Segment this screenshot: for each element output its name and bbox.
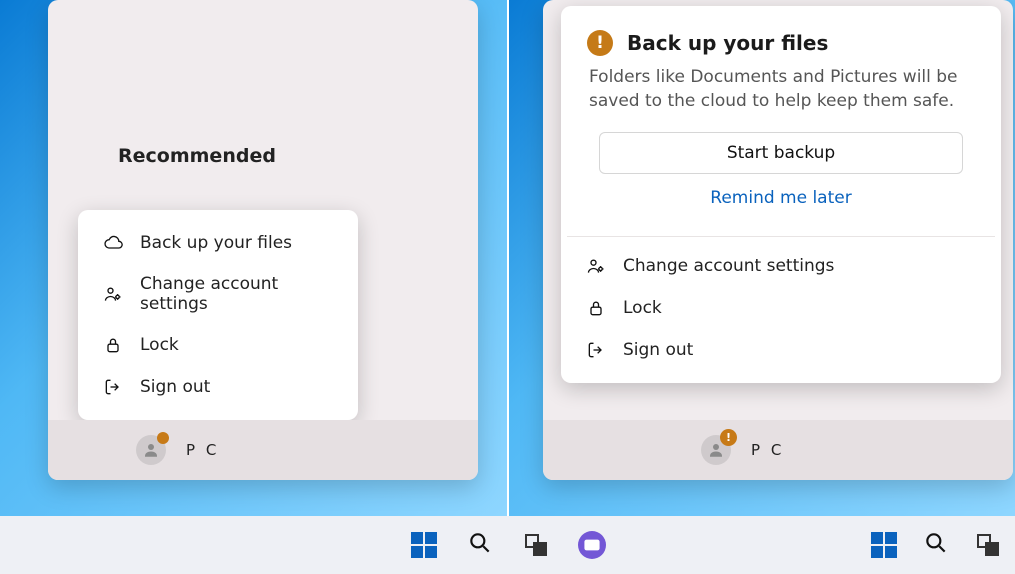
menu-item-label: Change account settings: [140, 274, 334, 314]
task-view-icon: [977, 534, 999, 556]
lock-icon: [102, 334, 124, 356]
recommended-heading: Recommended: [118, 145, 276, 167]
start-menu-card: Recommended dows Back up your files Chan…: [48, 0, 478, 480]
start-menu-footer: ! P C: [543, 420, 1013, 480]
windows-logo-icon: [871, 532, 897, 558]
menu-item-label: Lock: [623, 298, 662, 318]
menu-item-backup[interactable]: Back up your files: [84, 222, 352, 264]
search-button[interactable]: [465, 530, 495, 560]
taskbar: [0, 516, 1015, 574]
chat-button[interactable]: [577, 530, 607, 560]
user-power-menu-expanded: ! Back up your files Folders like Docume…: [561, 6, 1001, 383]
taskbar-right-cluster: [869, 516, 1003, 574]
search-button[interactable]: [921, 530, 951, 560]
backup-prompt: ! Back up your files Folders like Docume…: [567, 24, 995, 228]
backup-description: Folders like Documents and Pictures will…: [589, 66, 973, 114]
start-menu-footer: P C: [48, 420, 478, 480]
windows-logo-icon: [411, 532, 437, 558]
user-power-menu: Back up your files Change account settin…: [78, 210, 358, 420]
backup-title: Back up your files: [627, 31, 828, 55]
start-button[interactable]: [409, 530, 439, 560]
menu-item-label: Sign out: [623, 340, 693, 360]
menu-item-label: Lock: [140, 335, 179, 355]
start-button[interactable]: [869, 530, 899, 560]
username-label: P C: [186, 441, 219, 459]
search-icon: [923, 530, 949, 560]
chat-icon: [578, 531, 606, 559]
user-avatar-button[interactable]: !: [701, 435, 731, 465]
task-view-button[interactable]: [521, 530, 551, 560]
start-menu-card: ! Back up your files Folders like Docume…: [543, 0, 1013, 480]
menu-item-lock[interactable]: Lock: [84, 324, 352, 366]
account-gear-icon: [102, 283, 124, 305]
account-gear-icon: [585, 255, 607, 277]
username-label: P C: [751, 441, 784, 459]
menu-item-label: Back up your files: [140, 233, 292, 253]
menu-item-lock[interactable]: Lock: [567, 287, 995, 329]
menu-item-signout[interactable]: Sign out: [567, 329, 995, 371]
signout-icon: [585, 339, 607, 361]
menu-item-label: Change account settings: [623, 256, 834, 276]
notification-alert-icon: !: [720, 429, 737, 446]
task-view-button[interactable]: [973, 530, 1003, 560]
menu-item-label: Sign out: [140, 377, 210, 397]
start-backup-button[interactable]: Start backup: [599, 132, 964, 174]
alert-icon: !: [587, 30, 613, 56]
menu-item-account-settings[interactable]: Change account settings: [84, 264, 352, 324]
remind-later-link[interactable]: Remind me later: [587, 174, 975, 214]
lock-icon: [585, 297, 607, 319]
notification-dot-icon: [157, 432, 169, 444]
search-icon: [467, 530, 493, 560]
menu-divider: [567, 236, 995, 237]
menu-item-account-settings[interactable]: Change account settings: [567, 245, 995, 287]
menu-item-signout[interactable]: Sign out: [84, 366, 352, 408]
task-view-icon: [525, 534, 547, 556]
cloud-icon: [102, 232, 124, 254]
signout-icon: [102, 376, 124, 398]
pane-right: ! Back up your files Folders like Docume…: [509, 0, 1015, 516]
pane-left: Recommended dows Back up your files Chan…: [0, 0, 507, 516]
user-avatar-button[interactable]: [136, 435, 166, 465]
